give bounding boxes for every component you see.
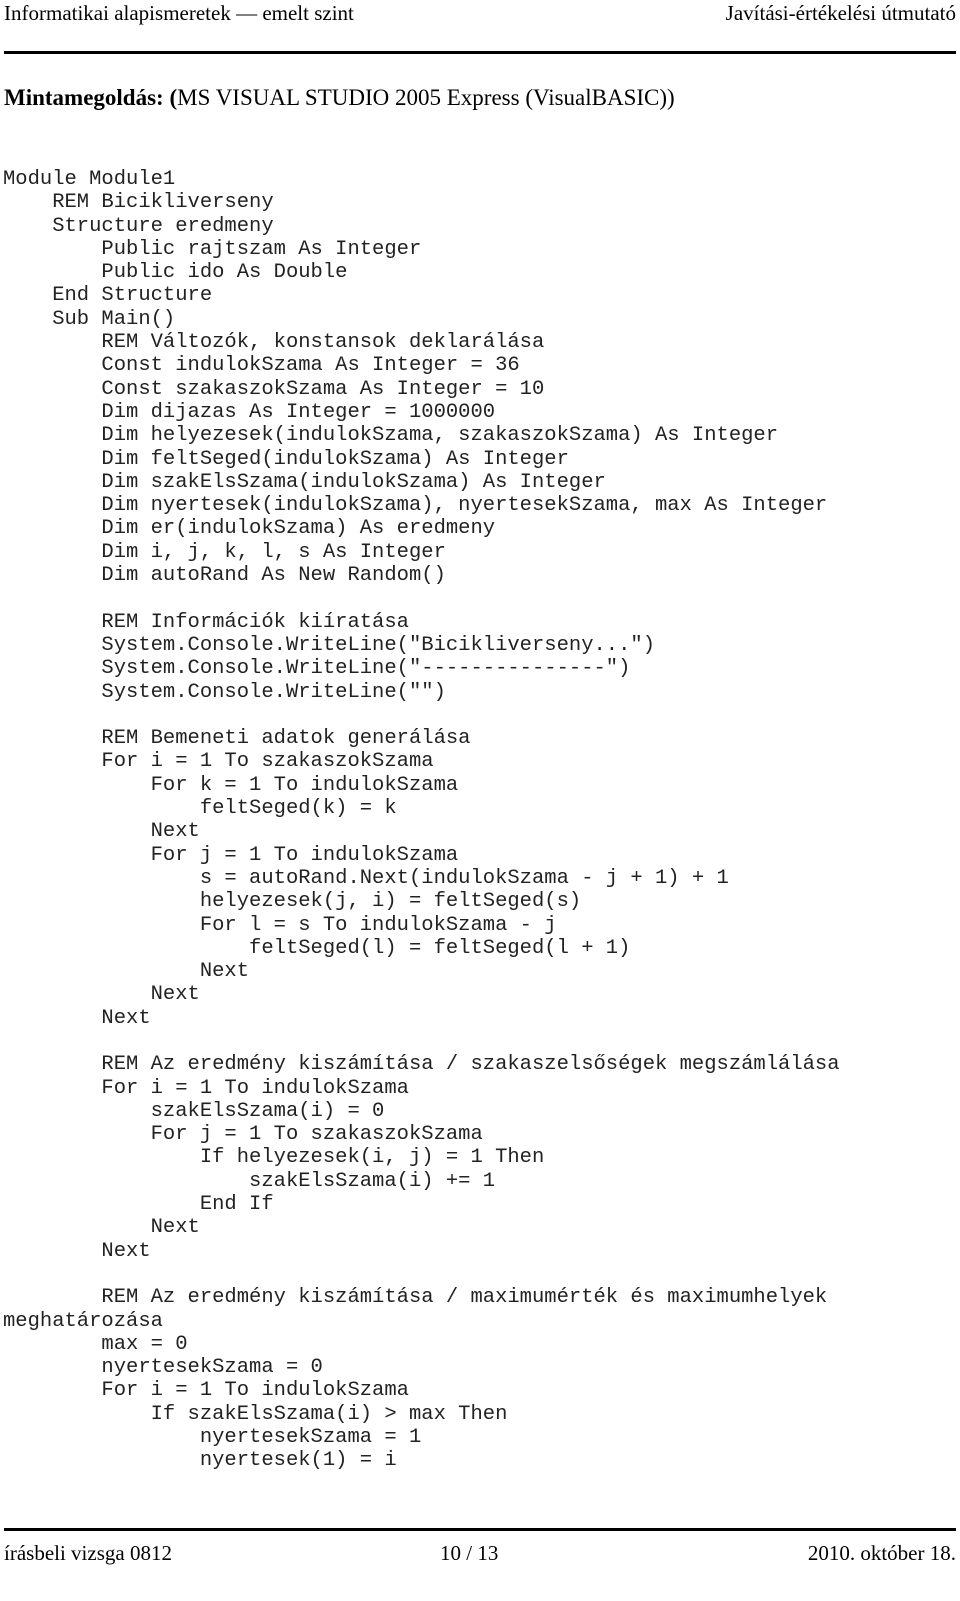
code-line: Dim nyertesek(indulokSzama), nyertesekSz… xyxy=(3,494,828,518)
code-line: System.Console.WriteLine("Bicikliverseny… xyxy=(3,633,656,657)
code-line: REM Változók, konstansok deklarálása xyxy=(3,331,545,355)
code-line: max = 0 xyxy=(3,1332,188,1356)
code-line: For i = 1 To indulokSzama xyxy=(3,1076,409,1100)
code-line: Public rajtszam As Integer xyxy=(3,237,422,261)
code-line: System.Console.WriteLine("--------------… xyxy=(3,657,631,681)
code-line: System.Console.WriteLine("") xyxy=(3,680,446,704)
code-line: For i = 1 To indulokSzama xyxy=(3,1379,409,1403)
code-line: Next xyxy=(3,960,250,984)
code-line: Dim er(indulokSzama) As eredmeny xyxy=(3,517,496,541)
footer-exam-id: írásbeli vizsga 0812 xyxy=(4,1541,172,1565)
code-line: Next xyxy=(3,1239,151,1263)
code-line: Next xyxy=(3,1006,151,1030)
code-line: REM Bemeneti adatok generálása xyxy=(3,727,471,751)
code-line: Next xyxy=(3,983,200,1007)
code-line: Next xyxy=(3,820,200,844)
code-line: Public ido As Double xyxy=(3,261,348,285)
code-line: Sub Main() xyxy=(3,307,176,331)
code-line: Dim feltSeged(indulokSzama) As Integer xyxy=(3,447,569,471)
code-line: End If xyxy=(3,1193,274,1217)
code-line: Const szakaszokSzama As Integer = 10 xyxy=(3,377,545,401)
code-line: End Structure xyxy=(3,284,213,308)
code-line: For i = 1 To szakaszokSzama xyxy=(3,750,434,774)
footer-divider xyxy=(4,1528,956,1531)
code-line: If szakElsSzama(i) > max Then xyxy=(3,1402,508,1426)
page-number: 10 / 13 xyxy=(440,1541,499,1565)
code-line: REM Bicikliverseny xyxy=(3,191,274,215)
code-line: szakElsSzama(i) += 1 xyxy=(3,1169,496,1193)
code-line: REM Információk kiíratása xyxy=(3,610,409,634)
section-title-bold: Mintamegoldás: ( xyxy=(4,85,178,110)
code-line: For l = s To indulokSzama - j xyxy=(3,913,557,937)
code-line: If helyezesek(i, j) = 1 Then xyxy=(3,1146,545,1170)
code-line: Dim autoRand As New Random() xyxy=(3,564,446,588)
code-line: Dim dijazas As Integer = 1000000 xyxy=(3,400,496,424)
code-listing: Module Module1 REM Bicikliverseny Struct… xyxy=(3,168,840,1473)
code-line: Structure eredmeny xyxy=(3,214,274,238)
code-line: REM Az eredmény kiszámítása / szakaszels… xyxy=(3,1053,840,1077)
code-line: feltSeged(l) = feltSeged(l + 1) xyxy=(3,936,631,960)
code-line: Module Module1 xyxy=(3,168,176,191)
code-line: Next xyxy=(3,1216,200,1240)
code-line: nyertesekSzama = 1 xyxy=(3,1426,422,1450)
code-line: Dim i, j, k, l, s As Integer xyxy=(3,540,446,564)
section-title-normal: MS VISUAL STUDIO 2005 Express (VisualBAS… xyxy=(177,85,675,110)
header-divider xyxy=(4,51,956,54)
code-line: REM Az eredmény kiszámítása / maximumért… xyxy=(3,1286,828,1310)
code-line: nyertesekSzama = 0 xyxy=(3,1356,323,1380)
code-line: Const indulokSzama As Integer = 36 xyxy=(3,354,520,378)
code-line: nyertesek(1) = i xyxy=(3,1449,397,1473)
code-line: feltSeged(k) = k xyxy=(3,797,397,821)
code-line: For k = 1 To indulokSzama xyxy=(3,773,459,797)
code-line: For j = 1 To indulokSzama xyxy=(3,843,459,867)
section-title: Mintamegoldás: (MS VISUAL STUDIO 2005 Ex… xyxy=(4,84,675,112)
header-guide-title: Javítási-értékelési útmutató xyxy=(725,1,956,25)
code-line: For j = 1 To szakaszokSzama xyxy=(3,1123,483,1147)
code-line: Dim helyezesek(indulokSzama, szakaszokSz… xyxy=(3,424,779,448)
page-header: Informatikai alapismeretek — emelt szint… xyxy=(0,0,960,26)
code-line: meghatározása xyxy=(3,1309,163,1333)
code-line: helyezesek(j, i) = feltSeged(s) xyxy=(3,890,582,914)
code-line: szakElsSzama(i) = 0 xyxy=(3,1099,385,1123)
code-line: s = autoRand.Next(indulokSzama - j + 1) … xyxy=(3,866,729,890)
footer-date: 2010. október 18. xyxy=(807,1541,956,1565)
header-subject: Informatikai alapismeretek — emelt szint xyxy=(4,1,354,25)
code-line: Dim szakElsSzama(indulokSzama) As Intege… xyxy=(3,470,606,494)
page-footer: írásbeli vizsga 0812 10 / 13 2010. októb… xyxy=(0,1540,960,1566)
